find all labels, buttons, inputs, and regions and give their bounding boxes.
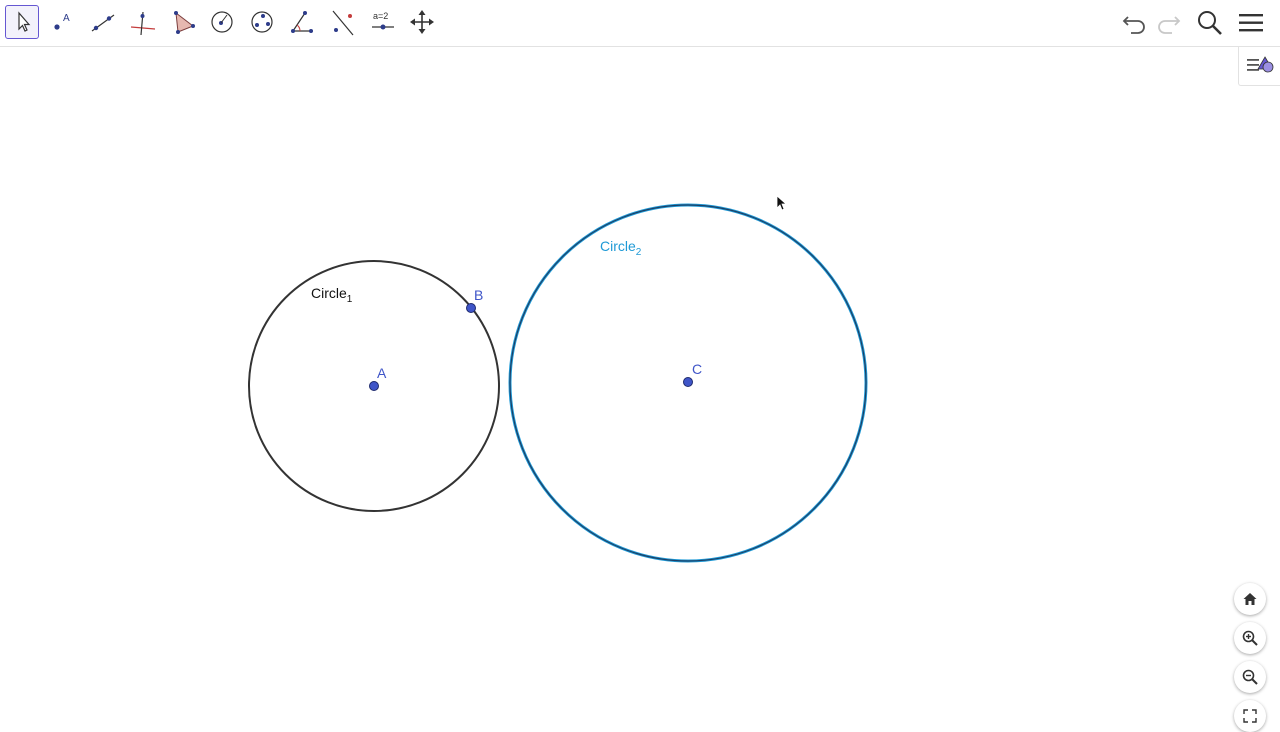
svg-text:A: A — [63, 13, 70, 24]
zoom-in-button[interactable] — [1234, 622, 1266, 654]
circle-center-point-tool-button[interactable] — [205, 5, 239, 39]
reflect-icon — [332, 10, 354, 36]
graphics-view-canvas[interactable] — [0, 47, 1280, 720]
circle-2-label: Circle2 — [600, 238, 642, 258]
move-graphics-view-tool-button[interactable] — [405, 5, 439, 39]
menu-icon — [1239, 14, 1263, 32]
move-tool-button[interactable] — [5, 5, 39, 39]
circle-2-label-subscript: 2 — [635, 247, 642, 258]
zoom-out-button[interactable] — [1234, 661, 1266, 693]
circle-three-points-icon — [251, 11, 273, 33]
polygon-tool-button[interactable] — [165, 5, 199, 39]
circle-center-point-icon — [211, 11, 233, 33]
undo-icon — [1122, 16, 1145, 34]
circle-2-label-text: Circle — [600, 238, 636, 254]
reflect-tool-button[interactable] — [325, 5, 359, 39]
circle-1-label: Circle1 — [311, 285, 353, 305]
point-tool-button[interactable]: A — [45, 5, 79, 39]
slider-icon: a=2 — [372, 11, 394, 30]
circle-1-label-subscript: 1 — [346, 294, 353, 305]
mouse-cursor-icon — [776, 195, 788, 211]
circle-1-label-text: Circle — [311, 285, 347, 301]
point-c[interactable] — [683, 377, 693, 387]
fullscreen-button[interactable] — [1234, 700, 1266, 732]
point-a[interactable] — [369, 381, 379, 391]
perpendicular-line-tool-button[interactable] — [125, 5, 159, 39]
redo-icon — [1158, 16, 1181, 34]
fullscreen-icon — [1243, 709, 1257, 723]
redo-button[interactable] — [1152, 7, 1184, 39]
svg-text:a=2: a=2 — [373, 11, 388, 21]
perpendicular-line-icon — [130, 11, 156, 36]
point-c-label: C — [692, 361, 703, 377]
angle-icon — [291, 11, 313, 33]
undo-button[interactable] — [1119, 7, 1151, 39]
segment-icon — [91, 14, 115, 32]
move-arrows-icon — [410, 10, 434, 34]
angle-tool-button[interactable] — [285, 5, 319, 39]
standard-view-button[interactable] — [1234, 583, 1266, 615]
search-button[interactable] — [1194, 7, 1226, 39]
arrow-cursor-icon — [17, 10, 30, 32]
point-a-label: A — [377, 365, 387, 381]
home-icon — [1243, 593, 1257, 605]
search-icon — [1198, 11, 1222, 35]
circle-three-points-tool-button[interactable] — [245, 5, 279, 39]
menu-button[interactable] — [1236, 7, 1268, 39]
point-b-label: B — [474, 287, 484, 303]
toolbar: A a=2 — [0, 0, 1280, 47]
zoom-in-icon — [1242, 630, 1258, 646]
zoom-out-icon — [1242, 669, 1258, 685]
point-icon: A — [54, 13, 70, 30]
polygon-icon — [174, 11, 195, 34]
segment-tool-button[interactable] — [85, 5, 119, 39]
point-b[interactable] — [466, 303, 476, 313]
slider-tool-button[interactable]: a=2 — [365, 5, 399, 39]
